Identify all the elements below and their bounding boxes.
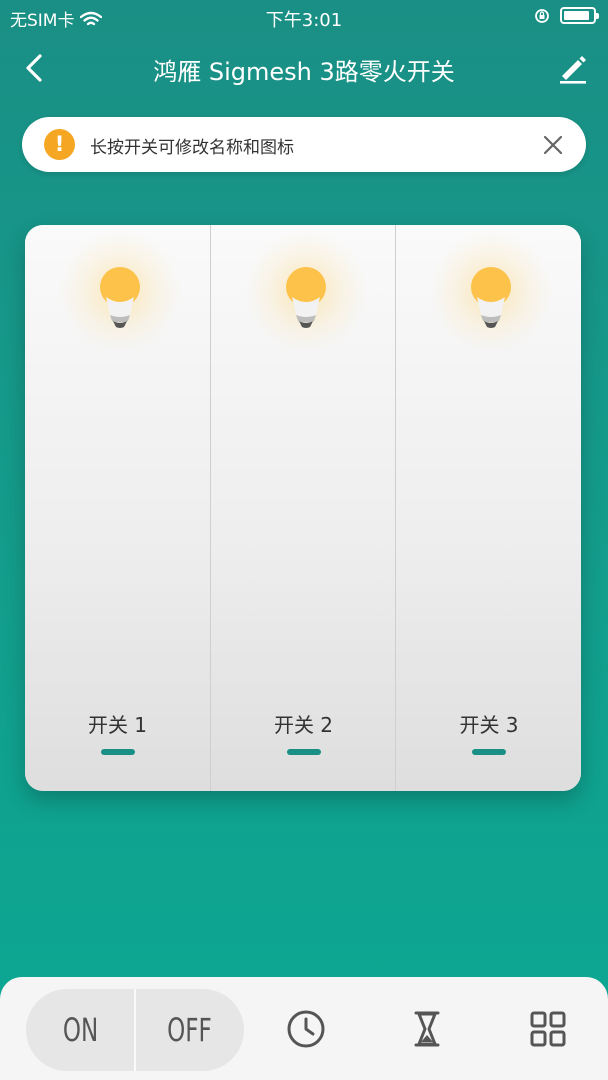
battery-fill [564, 11, 590, 20]
bulb-icon [58, 229, 182, 353]
status-right [534, 7, 599, 24]
all-off-button[interactable]: OFF [146, 989, 233, 1071]
switch-label-1: 开关 1 [87, 713, 148, 737]
orientation-lock-icon [535, 8, 549, 23]
switch-panel: 开关 1 开关 2 开关 3 [25, 225, 581, 791]
page-title: 鸿雁 Sigmesh 3路零火开关 [153, 58, 455, 86]
switch-label-3: 开关 3 [459, 713, 519, 737]
nav-bar: 鸿雁 Sigmesh 3路零火开关 [0, 42, 608, 96]
switch-label-2: 开关 2 [273, 713, 334, 737]
battery-icon [560, 7, 599, 24]
switch-gang-2[interactable]: 开关 2 [210, 225, 396, 791]
all-on-button[interactable]: ON [37, 989, 124, 1071]
tip-text: 长按开关可修改名称和图标 [90, 138, 294, 158]
switch-gang-3[interactable]: 开关 3 [395, 225, 581, 791]
more-button[interactable] [528, 1009, 568, 1049]
switch-indicator-1 [101, 749, 135, 755]
status-time: 下午3:01 [265, 10, 343, 31]
close-tip-button[interactable] [538, 130, 568, 160]
edit-button[interactable] [554, 50, 590, 86]
on-off-control: ON OFF [26, 989, 244, 1071]
bulb-icon [244, 229, 368, 353]
switch-indicator-2 [287, 749, 321, 755]
close-icon [543, 135, 563, 155]
bottom-toolbar: ON OFF [0, 977, 608, 1080]
clock-icon [287, 1010, 325, 1048]
grid-icon [530, 1011, 566, 1047]
countdown-button[interactable] [407, 1009, 447, 1049]
warning-icon: ! [44, 129, 75, 160]
pencil-icon [560, 56, 586, 84]
divider [134, 989, 136, 1071]
tip-banner: ! 长按开关可修改名称和图标 [22, 117, 586, 172]
switch-indicator-3 [472, 749, 506, 755]
schedule-button[interactable] [286, 1009, 326, 1049]
hourglass-icon [414, 1011, 440, 1047]
status-bar: 无SIM卡 下午3:01 [0, 0, 608, 34]
switch-gang-1[interactable]: 开关 1 [25, 225, 210, 791]
bulb-icon [429, 229, 553, 353]
